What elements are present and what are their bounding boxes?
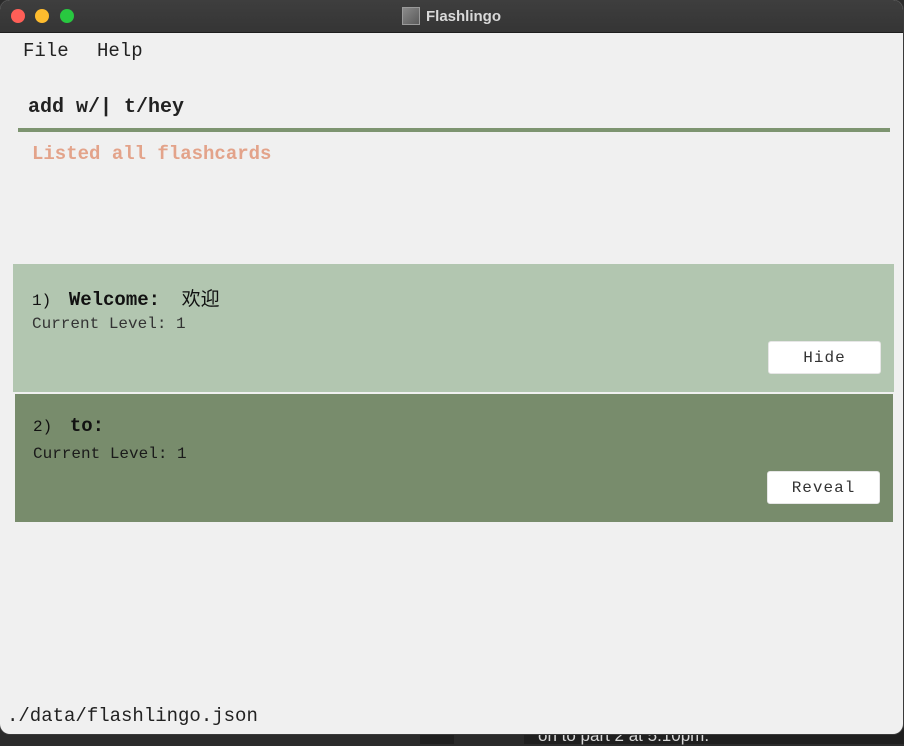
menu-file[interactable]: File xyxy=(23,40,69,62)
window-title-group: Flashlingo xyxy=(0,0,903,32)
flashcard: 2) to: Current Level: 1 Reveal xyxy=(15,394,893,522)
status-bar-file-path: ./data/flashlingo.json xyxy=(7,705,258,727)
flashcard-header: 2) to: xyxy=(33,414,116,437)
app-icon xyxy=(402,7,420,25)
flashcard-index: 1) xyxy=(32,292,52,310)
flashcard-translation: 欢迎 xyxy=(181,288,220,310)
hide-button[interactable]: Hide xyxy=(768,341,881,374)
flashcard-word: Welcome: xyxy=(68,289,161,311)
menu-bar: File Help xyxy=(0,33,903,67)
flashcard: 1) Welcome: 欢迎 Current Level: 1 Hide xyxy=(13,264,894,392)
title-bar[interactable]: Flashlingo xyxy=(0,0,903,33)
flashcard-level: Current Level: 1 xyxy=(32,315,186,333)
flashcard-header: 1) Welcome: 欢迎 xyxy=(32,284,220,311)
command-input-text[interactable]: add w/| t/hey xyxy=(28,96,184,119)
result-message: Listed all flashcards xyxy=(32,143,272,165)
window-title: Flashlingo xyxy=(426,7,501,25)
flashcard-index: 2) xyxy=(33,418,53,436)
menu-help[interactable]: Help xyxy=(97,40,143,62)
flashcard-word: to: xyxy=(69,415,105,437)
flashcard-level: Current Level: 1 xyxy=(33,445,187,463)
app-window: Flashlingo File Help add w/| t/hey Liste… xyxy=(0,0,903,734)
reveal-button[interactable]: Reveal xyxy=(767,471,880,504)
command-input[interactable]: add w/| t/hey xyxy=(18,88,890,132)
